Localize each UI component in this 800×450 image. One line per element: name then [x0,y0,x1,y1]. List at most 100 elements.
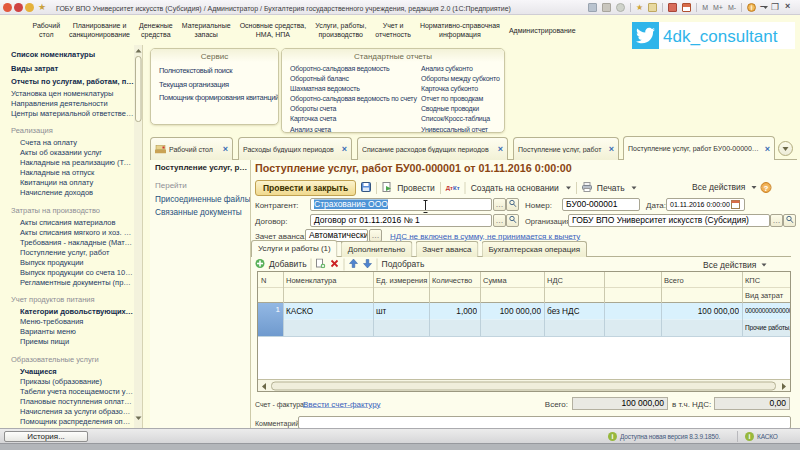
panel-command[interactable]: Шахматная ведомость [290,83,421,93]
sidebar-item[interactable]: Квитанции на оплату [0,177,134,187]
scroll-down-arrow[interactable] [136,417,142,421]
scroll-left-arrow[interactable] [262,383,266,390]
tab-overflow-button[interactable] [778,141,793,156]
delete-row-icon[interactable] [330,258,340,271]
sidebar-item[interactable]: Акты списания материалов [0,217,134,227]
move-up-icon[interactable] [349,258,359,271]
window-tab-2[interactable]: Расходы будущих периодов× [238,137,352,160]
contract-input[interactable]: Договор от 01.11.2016 № 1 [310,214,492,227]
window-tab-1[interactable]: Рабочий стол× [150,137,233,160]
panel-command[interactable]: Сводные проводки [421,104,503,114]
sidebar-item[interactable]: Акты об оказании услуг [0,147,134,157]
sidebar-item[interactable]: Поступление услуг, работ [0,247,134,257]
calendar-picker-icon[interactable] [731,200,740,211]
sidebar-item[interactable]: Отчеты по услугам, работам, производству [0,75,134,88]
panel-command[interactable]: Оборотно-сальдовая ведомость [290,63,421,73]
window-tab-3[interactable]: Списание расходов будущих периодов× [357,137,508,160]
cell-kps[interactable]: 0000000000000024 [745,307,790,315]
window-tab-4[interactable]: Поступление услуг, работ× [513,137,619,160]
cell-unit[interactable]: шт [376,306,386,316]
contract-lookup-button[interactable] [506,214,519,227]
printer-icon[interactable] [582,182,592,195]
sidebar-item[interactable]: Требования - накладные (Материалы) [0,237,134,247]
cell-cost-kind[interactable]: Прочие работы, услуги [745,324,790,332]
info-icon[interactable]: i [747,3,756,12]
save-document-icon[interactable] [361,182,371,195]
organization-lookup-button[interactable] [783,214,796,227]
sidebar-item[interactable]: Учащиеся [0,366,134,376]
panel-command[interactable]: Список/Кросс-таблица [421,114,503,124]
add-icon[interactable] [255,258,265,271]
cell-amount[interactable]: 100 000,00 [483,306,541,316]
pick-button[interactable]: Подобрать [382,260,425,270]
form-tab-2[interactable]: Дополнительно [341,241,413,257]
tab-close-icon[interactable]: × [765,143,770,154]
sidebar-item[interactable]: Центры материальной ответственности [0,108,134,118]
m-plus-button[interactable]: М+ [713,4,723,12]
menu-tab-4[interactable]: Материальныезапасы [177,15,235,45]
organization-ellipsis-button[interactable]: … [770,214,783,227]
update-info-icon[interactable]: i [608,432,617,441]
menu-tab-3[interactable]: Денежныесредства [134,15,177,45]
organization-input[interactable]: ГОБУ ВПО Университет искусств (Субсидия) [568,214,770,227]
sidebar-item[interactable]: Счета на оплату [0,137,134,147]
sidebar-item[interactable]: Табели учета посещаемости учащихся [0,386,134,396]
create-on-basis-button[interactable]: Создать на основании [471,183,559,193]
panel-command[interactable]: Оборотный баланс [290,73,421,83]
scroll-up-arrow[interactable] [136,49,142,53]
panel-command[interactable]: Анализ счета [290,124,421,133]
panel-command[interactable]: Обороты счета [290,104,421,114]
sidebar-item[interactable]: Установка цен номенклатуры [0,88,134,98]
form-tab-4[interactable]: Бухгалтерская операция [482,241,588,257]
print-icon[interactable] [602,3,611,12]
contract-ellipsis-button[interactable]: … [493,214,506,227]
sidebar-item[interactable]: Накладные на реализацию (Торг-12) [0,157,134,167]
context-info-icon[interactable]: i [745,432,754,441]
table-horizontal-scrollbar[interactable] [258,379,790,392]
window-tab-5[interactable]: Поступление услуг, работ БУ00-000001 от … [623,136,775,160]
sidebar-item[interactable]: Помощник распределения оплат (образовани… [0,416,134,426]
panel-command[interactable]: Обороты между субконто [421,73,503,83]
sidebar-item[interactable]: Меню-требования [0,316,134,326]
close-button[interactable]: × [785,1,790,12]
sidebar-item[interactable]: Выпуск продукции со счета 106.хИ [0,267,134,277]
star-icon[interactable]: ★ [636,3,643,12]
menu-tab-9[interactable]: Администрирование [504,15,580,45]
cell-vat[interactable]: без НДС [547,306,580,316]
counterparty-lookup-button[interactable] [506,198,519,211]
menu-tab-5[interactable]: Основные средства,НМА, НПА [235,15,311,45]
sidebar-item[interactable]: Варианты меню [0,326,134,336]
menu-tab-6[interactable]: Услуги, работы,производство [311,15,371,45]
save-icon[interactable] [588,3,597,12]
calculator-icon[interactable] [668,3,677,12]
sidebar-item[interactable]: Виды затрат [0,61,134,74]
tab-close-icon[interactable]: × [342,144,347,155]
sidebar-scrollbar[interactable] [134,45,143,428]
dtkt-icon[interactable]: ДтКт [446,185,460,192]
form-tab-3[interactable]: Зачет аванса [415,241,478,257]
all-actions-button[interactable]: Все действия [692,183,745,193]
menu-tab-7[interactable]: Учет иотчетность [371,15,416,45]
panel-command[interactable]: Помощник формирования квитанций [159,91,273,105]
scroll-thumb[interactable] [135,56,142,122]
sidebar-item[interactable]: Список номенклатуры [0,48,134,61]
sidebar-item[interactable]: Плановые поступления оплаты (образование… [0,396,134,406]
help-icon[interactable]: ? [760,182,771,193]
menu-tab-1[interactable]: Рабочийстол [28,15,65,45]
post-icon[interactable] [382,182,392,195]
update-message[interactable]: Доступна новая версия 8.3.9.1850. [620,433,720,441]
add-button[interactable]: Добавить [269,260,307,270]
print-button[interactable]: Печать [597,183,625,193]
tab-close-icon[interactable]: × [498,144,503,155]
panel-command[interactable]: Текущая организация [159,77,273,91]
items-table[interactable]: N Номенклатура Ед. измерения Количество … [257,271,791,392]
panel-command[interactable]: Карточка субконто [421,83,503,93]
cell-total[interactable]: 100 000,00 [664,306,739,316]
docnav-link-attached-files[interactable]: Присоединенные файлы [155,194,251,204]
minimize-button[interactable]: – [760,1,765,12]
favorites-star-icon[interactable]: ★ [38,2,46,13]
panel-command[interactable]: Универсальный отчет [421,124,503,133]
invoice-link[interactable]: Ввести счет-фактуру [303,400,381,409]
sidebar-item[interactable]: Приказы (образование) [0,376,134,386]
sidebar-item[interactable]: Направления деятельности [0,98,134,108]
